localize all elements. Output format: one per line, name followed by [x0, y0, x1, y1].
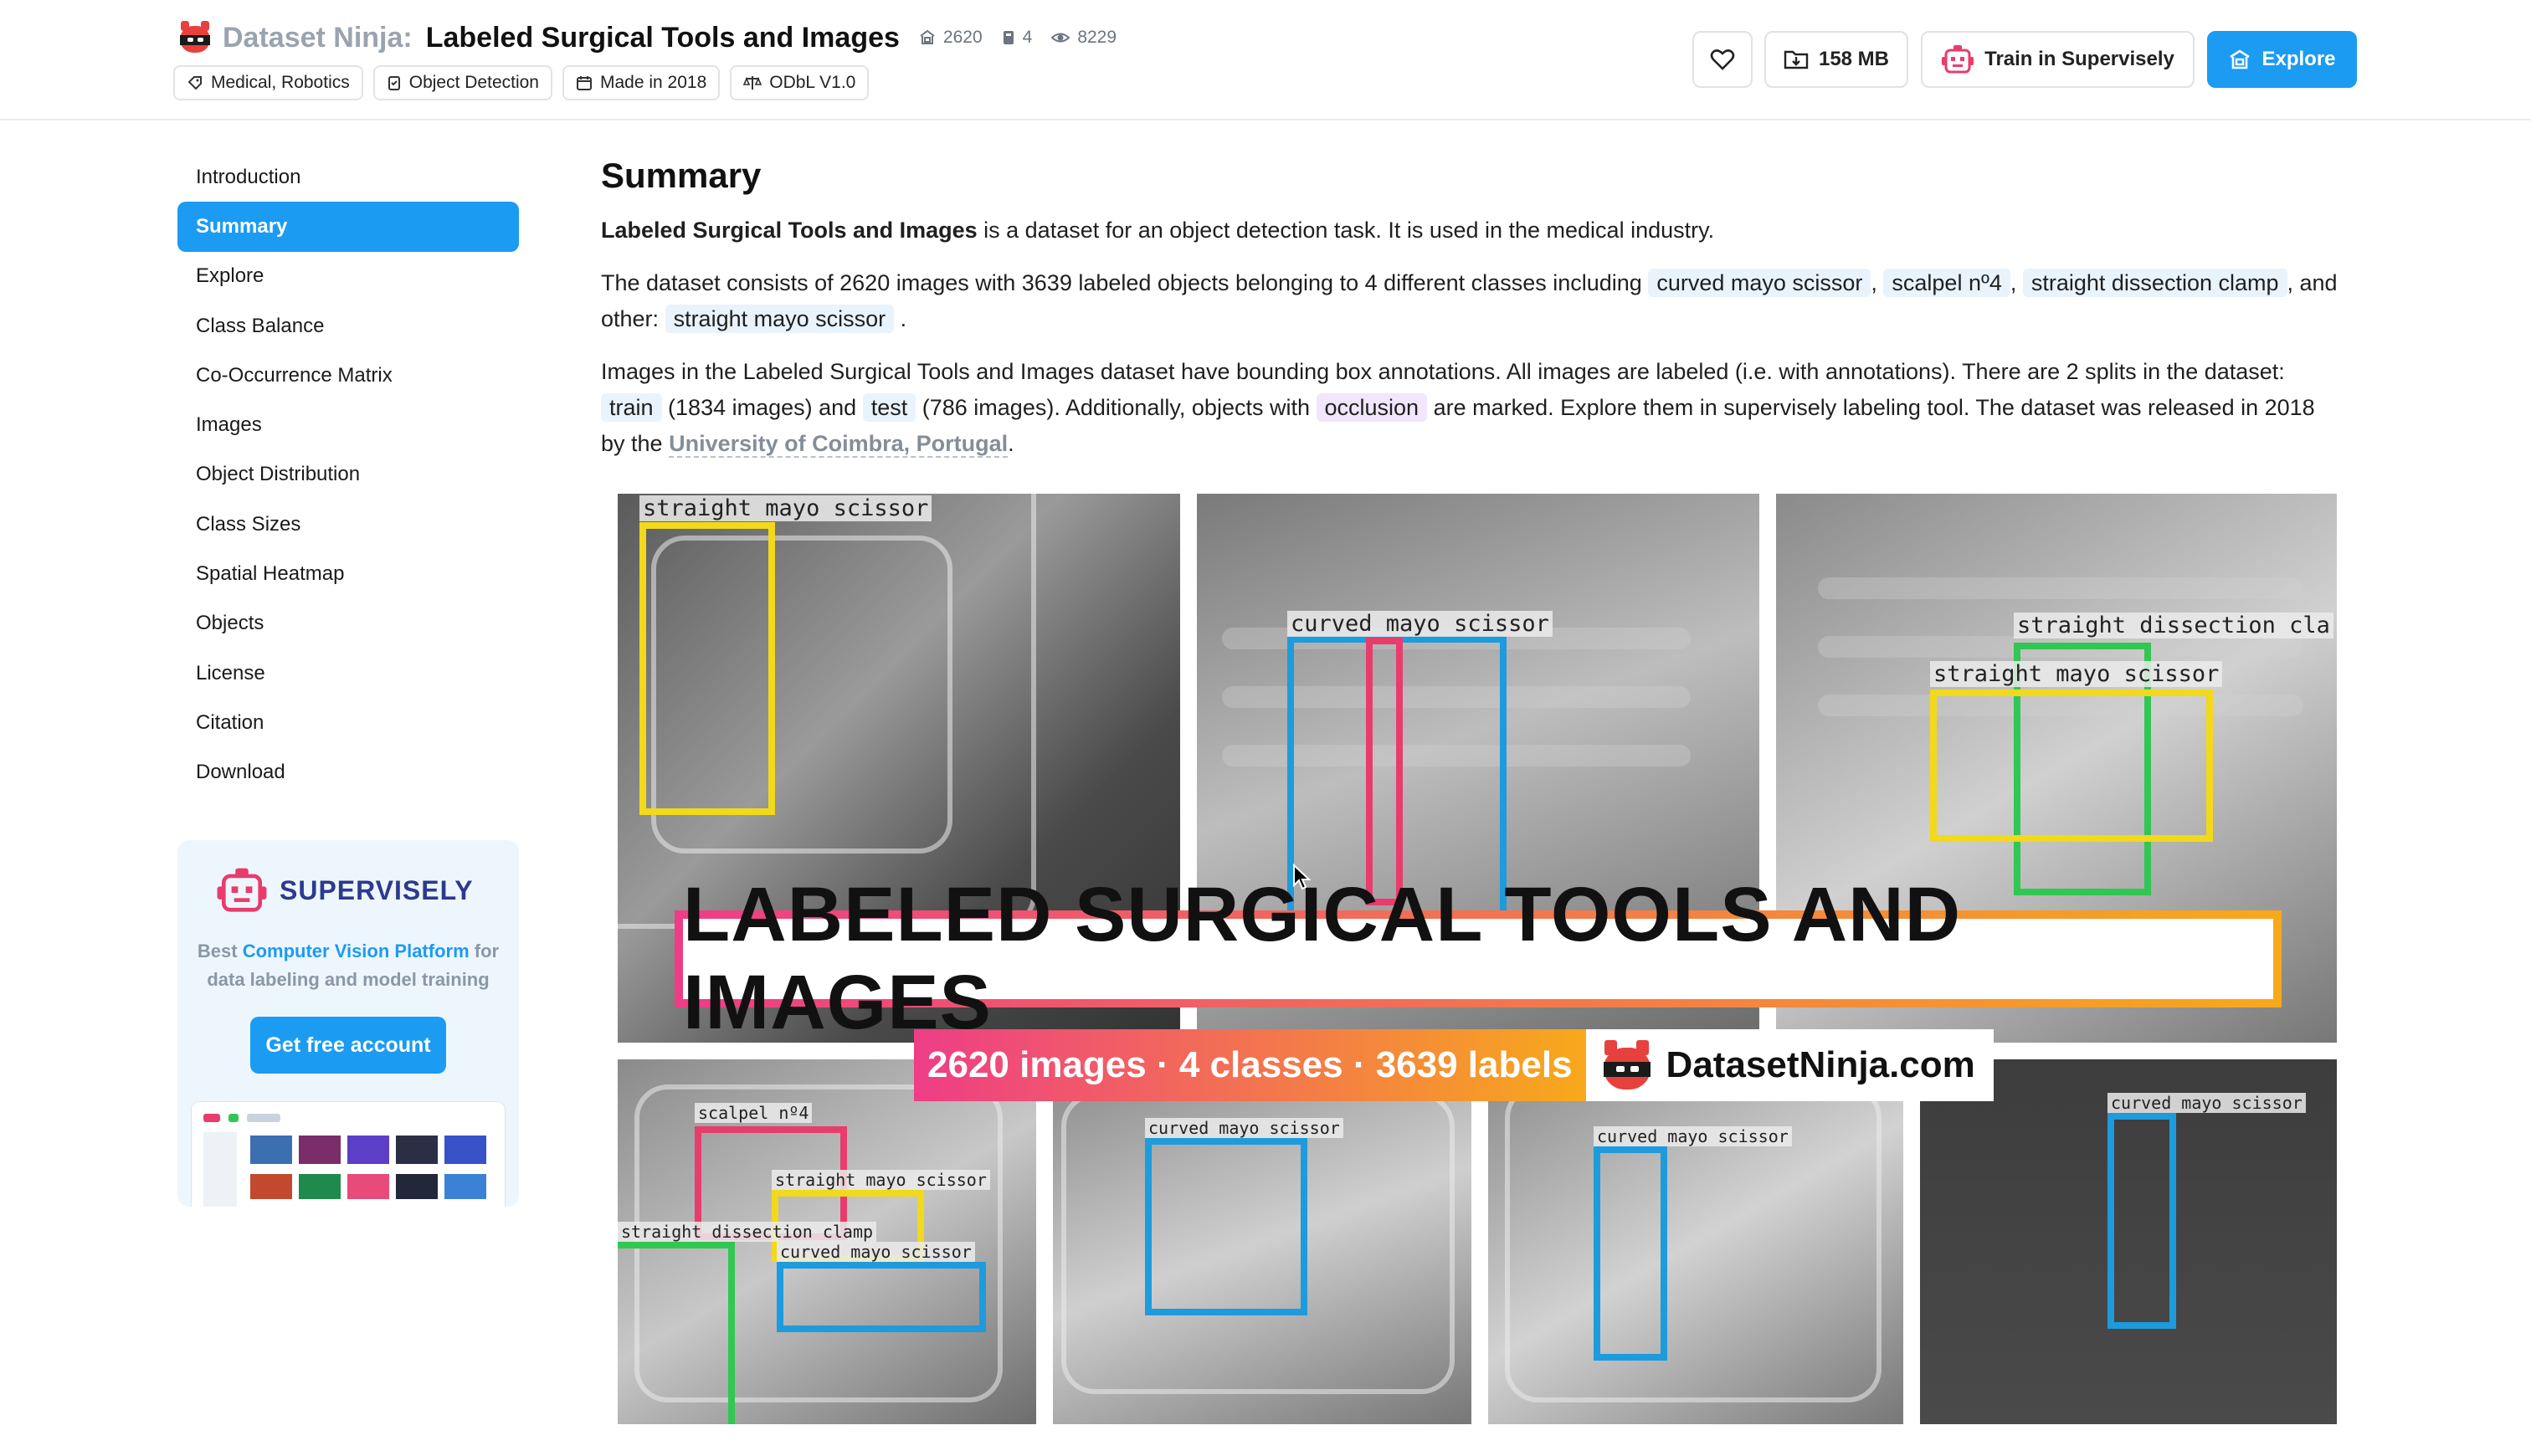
supervisely-robot-icon — [217, 868, 267, 912]
brand-link[interactable]: Dataset Ninja: — [223, 22, 413, 54]
tag-chip-occlusion[interactable]: occlusion — [1316, 393, 1428, 422]
like-button[interactable] — [1692, 31, 1753, 88]
sidebar-item-license[interactable]: License — [177, 649, 519, 698]
bbox-label: straight dissection clamp — [618, 1222, 877, 1242]
bbox-label: straight mayo scissor — [772, 1170, 990, 1190]
split-chip-test[interactable]: test — [862, 393, 916, 422]
summary-section: Summary Labeled Surgical Tools and Image… — [601, 156, 2342, 462]
class-chip-straight-dissection-clamp[interactable]: straight dissection clamp — [2022, 269, 2287, 297]
class-chip-scalpel[interactable]: scalpel nº4 — [1883, 269, 2010, 297]
tag-task[interactable]: Object Detection — [372, 65, 552, 100]
bbox-curved-mayo-scissor — [1594, 1146, 1667, 1361]
split-chip-train[interactable]: train — [601, 393, 662, 422]
bbox-label: curved mayo scissor — [1594, 1126, 1792, 1146]
train-in-supervisely-button[interactable]: Train in Supervisely — [1921, 31, 2195, 88]
sidebar-item-citation[interactable]: Citation — [177, 698, 519, 747]
top-header: Dataset Ninja: Labeled Surgical Tools an… — [0, 0, 2531, 120]
scale-icon — [743, 76, 762, 90]
sample-image-7: curved mayo scissor — [1920, 1059, 2337, 1424]
download-folder-icon — [1784, 50, 1809, 69]
sidebar-item-spatial-heatmap[interactable]: Spatial Heatmap — [177, 549, 519, 598]
class-chip-curved-mayo-scissor[interactable]: curved mayo scissor — [1648, 269, 1871, 297]
mouse-cursor-icon — [1293, 864, 1311, 890]
supervisely-logo: SUPERVISELY — [216, 865, 474, 915]
sidebar-item-class-balance[interactable]: Class Balance — [177, 301, 519, 351]
eye-icon — [1050, 33, 1070, 43]
clipboard-icon — [388, 76, 400, 90]
dataset-preview-collage: straight mayo scissor curved mayo scisso… — [618, 494, 2337, 1426]
sidebar-item-download[interactable]: Download — [177, 748, 519, 797]
sample-image-4: scalpel nº4 straight mayo scissor straig… — [618, 1059, 1036, 1424]
sidebar-item-summary[interactable]: Summary — [177, 202, 519, 252]
images-count: 2620 — [918, 28, 983, 48]
bbox-label: curved mayo scissor — [2107, 1093, 2306, 1113]
bbox-label: straight dissection cla — [2014, 613, 2333, 638]
promo-platform-link[interactable]: Computer Vision Platform — [243, 941, 470, 961]
tag-license[interactable]: ODbL V1.0 — [730, 65, 870, 100]
sample-image-6: curved mayo scissor — [1488, 1059, 1903, 1424]
dataset-title: Labeled Surgical Tools and Images — [425, 21, 900, 54]
ninja-logo-icon — [1599, 1040, 1655, 1090]
dataset-tags: Medical, Robotics Object Detection Made … — [173, 65, 879, 100]
heart-icon — [1710, 49, 1735, 70]
images-icon — [920, 29, 935, 44]
dataset-stats-banner: 2620 images · 4 classes · 3639 labels Da… — [914, 1029, 1994, 1101]
supervisely-robot-icon — [1942, 45, 1974, 74]
bbox-label: curved mayo scissor — [1145, 1118, 1343, 1138]
bbox-curved-mayo-scissor — [2107, 1113, 2176, 1329]
bbox-straight-dissection-clamp — [618, 1242, 735, 1424]
calendar-icon — [576, 76, 592, 90]
sidebar-item-images[interactable]: Images — [177, 400, 519, 449]
bbox-curved-mayo-scissor — [777, 1262, 986, 1332]
bbox-straight-mayo-scissor — [639, 522, 775, 815]
tag-year[interactable]: Made in 2018 — [562, 65, 721, 100]
sidebar-nav: Introduction Summary Explore Class Balan… — [177, 152, 519, 797]
label-icon — [187, 76, 202, 90]
datasetninja-badge: DatasetNinja.com — [1585, 1029, 1994, 1101]
bbox-scalpel — [1366, 638, 1403, 905]
promo-description: Best Computer Vision Platform for data l… — [197, 941, 500, 990]
sidebar-item-co-occurrence-matrix[interactable]: Co-Occurrence Matrix — [177, 351, 519, 400]
tag-industry[interactable]: Medical, Robotics — [173, 65, 363, 100]
bbox-curved-mayo-scissor — [1145, 1138, 1307, 1315]
explore-button[interactable]: Explore — [2207, 31, 2357, 88]
summary-paragraph-3: Images in the Labeled Surgical Tools and… — [601, 359, 2315, 458]
class-chip-straight-mayo-scissor[interactable]: straight mayo scissor — [665, 305, 895, 333]
sidebar-item-objects[interactable]: Objects — [177, 599, 519, 649]
summary-heading: Summary — [601, 156, 762, 195]
bbox-label: curved mayo scissor — [1287, 611, 1553, 637]
classes-count: 4 — [1001, 28, 1032, 48]
bbox-straight-mayo-scissor — [1930, 690, 2213, 842]
sample-image-5: curved mayo scissor — [1053, 1059, 1471, 1424]
sidebar-item-explore[interactable]: Explore — [177, 252, 519, 301]
summary-paragraph-2: The dataset consists of 2620 images with… — [601, 269, 2338, 333]
bbox-label: scalpel nº4 — [695, 1103, 813, 1123]
counts-badge: 2620 images · 4 classes · 3639 labels — [914, 1029, 1586, 1101]
summary-paragraph-1: Labeled Surgical Tools and Images is a d… — [601, 218, 1715, 243]
dataset-ninja-logo-icon[interactable] — [177, 21, 213, 54]
download-size-button[interactable]: 158 MB — [1764, 31, 1908, 88]
institution-link[interactable]: University of Coimbra, Portugal — [669, 431, 1009, 458]
tag-icon — [1003, 31, 1014, 44]
sidebar-item-object-distribution[interactable]: Object Distribution — [177, 450, 519, 500]
dataset-title-banner: LABELED SURGICAL TOOLS AND IMAGES — [675, 872, 2282, 1045]
platform-screenshot-thumbnail — [191, 1101, 506, 1207]
bbox-label: straight mayo scissor — [639, 495, 932, 521]
title-row: Dataset Ninja: Labeled Surgical Tools an… — [177, 17, 1135, 59]
bbox-label: curved mayo scissor — [777, 1242, 975, 1262]
bbox-label: straight mayo scissor — [1930, 661, 2223, 687]
get-free-account-button[interactable]: Get free account — [250, 1017, 446, 1074]
views-count: 8229 — [1050, 28, 1117, 48]
explore-icon — [2230, 49, 2251, 69]
sidebar-item-class-sizes[interactable]: Class Sizes — [177, 500, 519, 549]
sidebar-item-introduction[interactable]: Introduction — [177, 152, 519, 202]
supervisely-promo-card: SUPERVISELY Best Computer Vision Platfor… — [177, 840, 519, 1207]
